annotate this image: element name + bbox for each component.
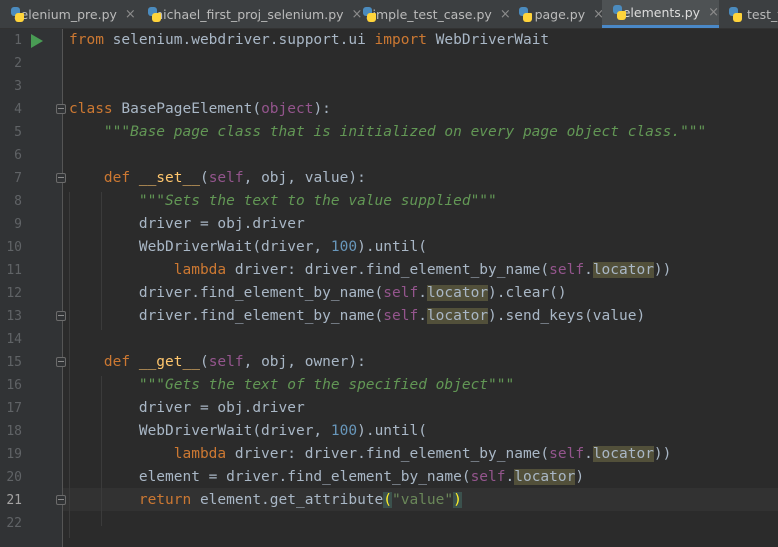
line-number: 20 <box>6 470 22 485</box>
line-number: 2 <box>14 56 22 71</box>
code-line[interactable]: 14 <box>0 328 778 351</box>
code-line[interactable]: 9 driver = obj.driver <box>0 213 778 236</box>
code-line[interactable]: 19 lambda driver: driver.find_element_by… <box>0 443 778 466</box>
code-text: def __get__(self, obj, owner): <box>69 354 366 370</box>
tab-selenium-pre[interactable]: selenium_pre.py × <box>0 0 136 28</box>
tab-label: test_te <box>747 6 778 22</box>
code-text: driver = obj.driver <box>69 216 305 232</box>
code-line[interactable]: 15 def __get__(self, obj, owner): <box>0 351 778 374</box>
code-text: driver.find_element_by_name(self.locator… <box>69 308 646 324</box>
code-line[interactable]: 1 from selenium.webdriver.support.ui imp… <box>0 29 778 52</box>
code-line[interactable]: 12 driver.find_element_by_name(self.loca… <box>0 282 778 305</box>
line-number: 15 <box>6 355 22 370</box>
tab-label: page.py <box>534 6 586 22</box>
code-line[interactable]: 16 """Gets the text of the specified obj… <box>0 374 778 397</box>
tab-label: simple_test_case.py <box>366 6 492 22</box>
tab-test-te[interactable]: test_te <box>718 0 778 28</box>
python-file-icon <box>612 5 626 20</box>
line-number: 21 <box>6 493 22 508</box>
close-icon[interactable]: × <box>125 7 136 22</box>
line-number: 19 <box>6 447 22 462</box>
code-line[interactable]: 2 <box>0 52 778 75</box>
code-line[interactable]: 10 WebDriverWait(driver, 100).until( <box>0 236 778 259</box>
code-line[interactable]: 22 <box>0 512 778 535</box>
line-number: 8 <box>14 194 22 209</box>
code-text: lambda driver: driver.find_element_by_na… <box>69 446 672 462</box>
line-number: 4 <box>14 102 22 117</box>
code-line[interactable]: 4 class BasePageElement(object): <box>0 98 778 121</box>
python-file-icon <box>728 6 743 22</box>
code-text: """Sets the text to the value supplied""… <box>69 193 497 209</box>
line-number: 9 <box>14 217 22 232</box>
line-number: 1 <box>14 33 22 48</box>
code-line[interactable]: 6 <box>0 144 778 167</box>
code-line[interactable]: 17 driver = obj.driver <box>0 397 778 420</box>
line-number: 3 <box>14 79 22 94</box>
code-text: driver.find_element_by_name(self.locator… <box>69 285 567 301</box>
line-number: 5 <box>14 125 22 140</box>
tab-elements[interactable]: elements.py × <box>602 0 719 28</box>
code-line[interactable]: 18 WebDriverWait(driver, 100).until( <box>0 420 778 443</box>
tab-page[interactable]: page.py × <box>508 0 604 28</box>
code-text: WebDriverWait(driver, 100).until( <box>69 239 427 255</box>
code-line[interactable]: 5 """Base page class that is initialized… <box>0 121 778 144</box>
code-text: element = driver.find_element_by_name(se… <box>69 469 585 485</box>
code-line[interactable]: 7 def __set__(self, obj, value): <box>0 167 778 190</box>
code-text: return element.get_attribute("value") <box>69 492 462 508</box>
code-text: driver = obj.driver <box>69 400 305 416</box>
line-number: 12 <box>6 286 22 301</box>
code-line[interactable]: 8 """Sets the text to the value supplied… <box>0 190 778 213</box>
code-text: lambda driver: driver.find_element_by_na… <box>69 262 672 278</box>
line-number: 14 <box>6 332 22 347</box>
line-number: 18 <box>6 424 22 439</box>
code-text: def __set__(self, obj, value): <box>69 170 366 186</box>
line-number: 7 <box>14 171 22 186</box>
code-line[interactable]: 11 lambda driver: driver.find_element_by… <box>0 259 778 282</box>
code-line[interactable]: 13 driver.find_element_by_name(self.loca… <box>0 305 778 328</box>
tab-michael-first-proj-selenium[interactable]: michael_first_proj_selenium.py × <box>137 0 362 28</box>
line-number: 10 <box>6 240 22 255</box>
code-text: WebDriverWait(driver, 100).until( <box>69 423 427 439</box>
line-number: 16 <box>6 378 22 393</box>
editor-tab-bar: selenium_pre.py × michael_first_proj_sel… <box>0 0 778 29</box>
line-number: 6 <box>14 148 22 163</box>
line-number: 17 <box>6 401 22 416</box>
line-number: 13 <box>6 309 22 324</box>
tab-label: michael_first_proj_selenium.py <box>151 6 344 22</box>
tab-simple-test-case[interactable]: simple_test_case.py × <box>352 0 511 28</box>
line-number: 11 <box>6 263 22 278</box>
line-number: 22 <box>6 516 22 531</box>
code-text: """Base page class that is initialized o… <box>69 124 707 140</box>
code-line[interactable]: 3 <box>0 75 778 98</box>
tab-label: elements.py <box>622 5 701 20</box>
code-line-current[interactable]: 21 return element.get_attribute("value") <box>0 489 778 512</box>
code-text: from selenium.webdriver.support.ui impor… <box>69 32 550 48</box>
code-text: """Gets the text of the specified object… <box>69 377 515 393</box>
python-file-icon <box>518 6 532 22</box>
code-text: class BasePageElement(object): <box>69 101 331 117</box>
tab-label: selenium_pre.py <box>14 6 117 22</box>
code-line[interactable]: 20 element = driver.find_element_by_name… <box>0 466 778 489</box>
